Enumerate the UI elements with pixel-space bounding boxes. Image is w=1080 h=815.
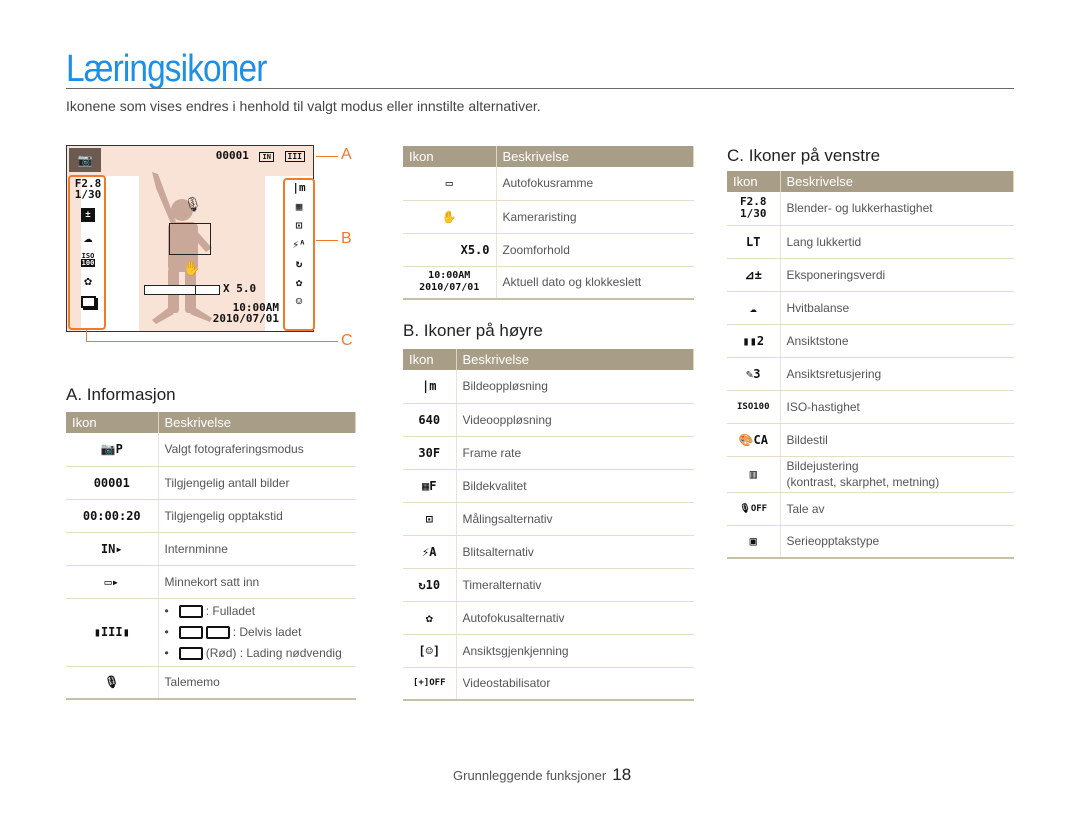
- table-row: ▦F Bildekvalitet: [403, 469, 694, 503]
- table-row: 🎙OFF Tale av: [727, 492, 1014, 526]
- timer-icon: ↻10: [403, 568, 457, 602]
- voice-memo-icon: 🎙: [184, 196, 202, 212]
- face-retouch-icon: ✎3: [727, 357, 781, 391]
- screen-center-table: Ikon Beskrivelse ▭ Autofokusramme ✋ Kamerar…: [403, 146, 694, 300]
- table-row: 🎨CA Bildestil: [727, 423, 1014, 457]
- resolution-icon: |m: [403, 370, 457, 404]
- zoom-value: X 5.0: [223, 282, 257, 295]
- table-row: ✿ Autofokusalternativ: [403, 601, 694, 635]
- zoom-ratio-icon: X5.0: [403, 233, 497, 267]
- quality-icon: ▦F: [403, 469, 457, 503]
- section-c-title: C. Ikoner på venstre: [727, 146, 881, 165]
- battery-empty-icon: [178, 646, 203, 660]
- table-row: ▮III▮ : Fulladet : Delvis ladet (Rød) : …: [66, 598, 356, 667]
- image-adjust-icon: ▥: [727, 456, 781, 493]
- internal-memory-icon: IN: [259, 152, 274, 162]
- shots-remaining: 00001: [215, 149, 249, 162]
- battery-partial-icon: [178, 625, 203, 639]
- shake-warning-icon: ✋: [183, 260, 201, 276]
- shot-count-icon: 00001: [66, 466, 159, 500]
- ev-icon: ⊿±: [727, 258, 781, 292]
- table-row: F2.8 1/30 Blender- og lukkerhastighet: [727, 192, 1014, 226]
- status-bar: 00001 IN III: [215, 149, 305, 162]
- title-divider: [66, 88, 1014, 89]
- section-b-title: B. Ikoner på høyre: [403, 321, 543, 340]
- section-a-table: Ikon Beskrivelse 📷P Valgt fotograferingsmo…: [66, 412, 356, 700]
- internal-memory-icon: IN▸: [66, 532, 159, 566]
- intro-text: Ikonene som vises endres i henhold til v…: [66, 98, 541, 114]
- camera-program-icon: 📷P: [66, 433, 159, 467]
- table-row: [☺] Ansiktsgjenkjenning: [403, 634, 694, 668]
- label-a: A: [341, 146, 352, 163]
- aperture-shutter-icon: F2.8 1/30: [727, 192, 781, 226]
- page-number: 18: [612, 765, 632, 784]
- table-row: 00:00:20 Tilgjengelig opptakstid: [66, 499, 356, 533]
- macro-icon: ✿: [403, 601, 457, 635]
- table-row: 640 Videooppløsning: [403, 403, 694, 437]
- table-row: ✋ Kameraristing: [403, 200, 694, 234]
- footer-section: Grunnleggende funksjoner: [453, 768, 607, 783]
- table-row: LT Lang lukkertid: [727, 225, 1014, 259]
- mode-icon: 📷: [69, 148, 101, 172]
- section-c-table: Ikon Beskrivelse F2.8 1/30 Blender- og lukk…: [727, 171, 1014, 559]
- burst-icon: ▣: [727, 525, 781, 559]
- table-row: ▭ Autofokusramme: [403, 167, 694, 201]
- page-footer: Grunnleggende funksjoner 18: [453, 765, 631, 785]
- table-row: ▣ Serieopptakstype: [727, 525, 1014, 559]
- table-row: IN▸ Internminne: [66, 532, 356, 566]
- section-b-table: Ikon Beskrivelse |m Bildeoppløsning 640 Vid…: [403, 349, 694, 701]
- metering-icon: ⊡: [403, 502, 457, 536]
- date-value: 2010/07/01: [212, 312, 279, 325]
- memory-card-icon: ▭▸: [66, 565, 159, 599]
- table-row: ☁ Hvitbalanse: [727, 291, 1014, 325]
- long-time-icon: LT: [727, 225, 781, 259]
- table-row: ⚡A Blitsalternativ: [403, 535, 694, 569]
- label-c: C: [341, 332, 353, 349]
- table-row: ↻10 Timeralternativ: [403, 568, 694, 602]
- battery-full-icon: [178, 604, 203, 618]
- iso-icon: ISO100: [727, 390, 781, 424]
- table-row: ▭▸ Minnekort satt inn: [66, 565, 356, 599]
- table-row: 📷P Valgt fotograferingsmodus: [66, 433, 356, 467]
- table-row: ▮▮2 Ansiktstone: [727, 324, 1014, 358]
- face-detect-icon: [☺]: [403, 634, 457, 668]
- table-row: ✎3 Ansiktsretusjering: [727, 357, 1014, 391]
- table-row: ⊿± Eksponeringsverdi: [727, 258, 1014, 292]
- page-title: Læringsikoner: [66, 48, 267, 90]
- frame-rate-icon: 30F: [403, 436, 457, 470]
- table-row: ⊡ Målingsalternativ: [403, 502, 694, 536]
- flash-icon: ⚡A: [403, 535, 457, 569]
- record-time-icon: 00:00:20: [66, 499, 159, 533]
- af-frame: [169, 223, 211, 255]
- battery-icon: ▮III▮: [66, 598, 159, 667]
- battery-icon: III: [284, 151, 305, 162]
- photo-style-icon: 🎨CA: [727, 423, 781, 457]
- table-row: 10:00AM 2010/07/01 Aktuell dato og klokkes…: [403, 266, 694, 300]
- voice-memo-icon: 🎙: [66, 666, 159, 700]
- table-row: 🎙 Talememo: [66, 666, 356, 700]
- white-balance-icon: ☁: [727, 291, 781, 325]
- label-b: B: [341, 230, 352, 247]
- battery-low-icon: [205, 625, 230, 639]
- table-row: ▥ Bildejustering (kontrast, skarphet, metn…: [727, 456, 1014, 493]
- date-time-icon: 10:00AM 2010/07/01: [403, 266, 497, 300]
- zoom-bar: [144, 285, 220, 295]
- table-row: X5.0 Zoomforhold: [403, 233, 694, 267]
- bracket-c-left: [68, 175, 106, 330]
- section-a-title: A. Informasjon: [66, 385, 176, 404]
- af-frame-icon: ▭: [403, 167, 497, 201]
- face-tone-icon: ▮▮2: [727, 324, 781, 358]
- table-row: ISO100 ISO-hastighet: [727, 390, 1014, 424]
- video-resolution-icon: 640: [403, 403, 457, 437]
- table-row: [+]OFF Videostabilisator: [403, 667, 694, 701]
- shake-warning-icon: ✋: [403, 200, 497, 234]
- stabilizer-off-icon: [+]OFF: [403, 667, 457, 701]
- table-row: 30F Frame rate: [403, 436, 694, 470]
- table-row: 00001 Tilgjengelig antall bilder: [66, 466, 356, 500]
- bracket-b-right: [283, 178, 315, 331]
- voice-off-icon: 🎙OFF: [727, 492, 781, 526]
- table-row: |m Bildeoppløsning: [403, 370, 694, 404]
